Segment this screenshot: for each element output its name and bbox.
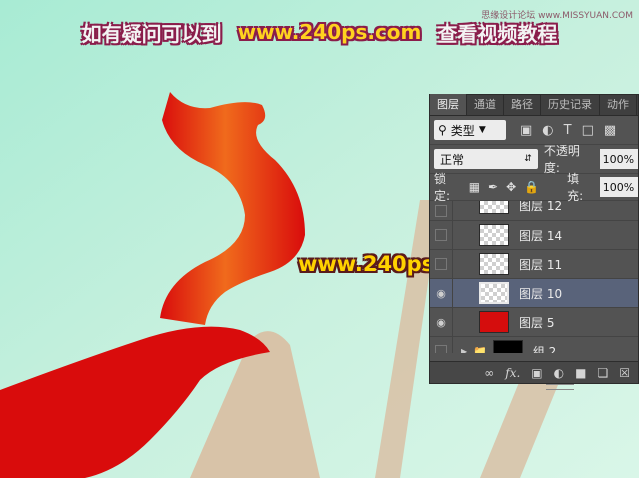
shape-filter-icon[interactable]: □ [582,123,594,138]
layer-row[interactable]: 图层 14 [430,221,638,250]
adjustment-filter-icon[interactable]: ◐ [542,123,553,138]
trash-icon[interactable]: ☒ [619,366,630,380]
visibility-toggle[interactable]: ◉ [430,308,453,336]
group-row[interactable]: ▶ 📁 组 2 [430,337,638,353]
layer-row[interactable]: 图层 11 [430,250,638,279]
layer-thumbnail [479,201,509,214]
layer-name: 图层 11 [519,257,563,272]
layer-thumbnail [479,282,509,304]
layer-name: 图层 5 [519,315,555,330]
layer-thumbnail [479,224,509,246]
lock-move-icon[interactable]: ✥ [506,180,516,194]
tab-actions[interactable]: 动作 [600,94,637,115]
banner-left-text: 如有疑问可以到 [81,21,222,46]
fill-label: 填充: [567,172,584,203]
filter-row: ⚲ 类型 ▼ ▣ ◐ T □ ▩ [430,116,638,145]
filter-icons: ▣ ◐ T □ ▩ [520,123,616,138]
tab-channels[interactable]: 通道 [467,94,504,115]
layer-name: 组 2 [532,344,557,354]
updown-icon: ⇵ [524,154,532,164]
folder-icon: 📁 [473,344,487,354]
search-icon: ⚲ [438,123,447,137]
chevron-down-icon: ▼ [478,125,486,135]
lock-all-icon[interactable]: 🔒 [524,180,539,194]
panel-footer: ∞ fx. ▣ ◐ ■ ❏ ☒ [430,361,638,390]
visibility-toggle[interactable]: ◉ [430,279,453,307]
layers-panel: 图层 通道 路径 历史记录 动作 ⚲ 类型 ▼ ▣ ◐ T □ ▩ 正常 ⇵ 不… [429,94,639,390]
lock-label: 锁定: [434,172,451,203]
banner-right-text: 查看视频教程 [437,21,558,46]
layer-name: 图层 14 [519,228,563,243]
layer-name: 图层 10 [519,286,563,301]
expand-arrow-icon[interactable]: ▶ [461,347,467,354]
adjustment-icon[interactable]: ◐ [554,366,564,380]
layer-thumbnail [479,253,509,275]
layer-row[interactable]: 图层 12 [430,201,638,221]
link-icon[interactable]: ∞ [484,366,494,380]
lock-row: 锁定: ▦ ✒ ✥ 🔒 填充: 100% [430,172,638,203]
fx-icon[interactable]: fx. [505,366,520,380]
resize-grip[interactable] [546,384,574,390]
tab-history[interactable]: 历史记录 [541,94,600,115]
folder-icon[interactable]: ■ [575,366,586,380]
layer-name: 图层 12 [519,201,563,213]
fill-input[interactable]: 100% [599,177,638,197]
filter-type-label: 类型 [450,123,475,138]
new-layer-icon[interactable]: ❏ [597,366,608,380]
layer-row[interactable]: ◉ 图层 5 [430,308,638,337]
blend-mode-value: 正常 [440,152,465,167]
visibility-toggle[interactable] [430,250,453,278]
tab-layers[interactable]: 图层 [430,94,467,115]
blend-mode-select[interactable]: 正常 ⇵ [434,149,538,169]
eye-icon: ◉ [436,315,446,329]
visibility-toggle[interactable] [430,221,453,249]
mask-icon[interactable]: ▣ [531,366,542,380]
layer-thumbnail [492,340,523,353]
text-filter-icon[interactable]: T [564,123,572,138]
blend-row: 正常 ⇵ 不透明度: 100% [430,144,638,175]
corner-watermark: 思缘设计论坛 www.MISSYUAN.COM [481,11,633,21]
lock-brush-icon[interactable]: ✒ [488,180,498,194]
eye-icon: ◉ [436,286,446,300]
visibility-toggle[interactable] [430,201,453,220]
layer-thumbnail [479,311,509,333]
banner-site: www.240ps.com [237,20,422,44]
panel-tabs: 图层 通道 路径 历史记录 动作 [430,94,638,116]
smart-object-filter-icon[interactable]: ▩ [604,123,616,138]
filter-type-select[interactable]: ⚲ 类型 ▼ [434,120,506,140]
image-filter-icon[interactable]: ▣ [520,123,532,138]
layer-list: 图层 12 图层 14 图层 11 ◉ 图层 10 ◉ 图层 5 ▶ 📁 组 2 [430,201,638,353]
tab-paths[interactable]: 路径 [504,94,541,115]
opacity-input[interactable]: 100% [599,149,638,169]
layer-row-selected[interactable]: ◉ 图层 10 [430,279,638,308]
visibility-toggle[interactable] [430,337,453,353]
lock-transparent-icon[interactable]: ▦ [469,180,480,194]
lock-icons: ▦ ✒ ✥ 🔒 [469,180,539,194]
